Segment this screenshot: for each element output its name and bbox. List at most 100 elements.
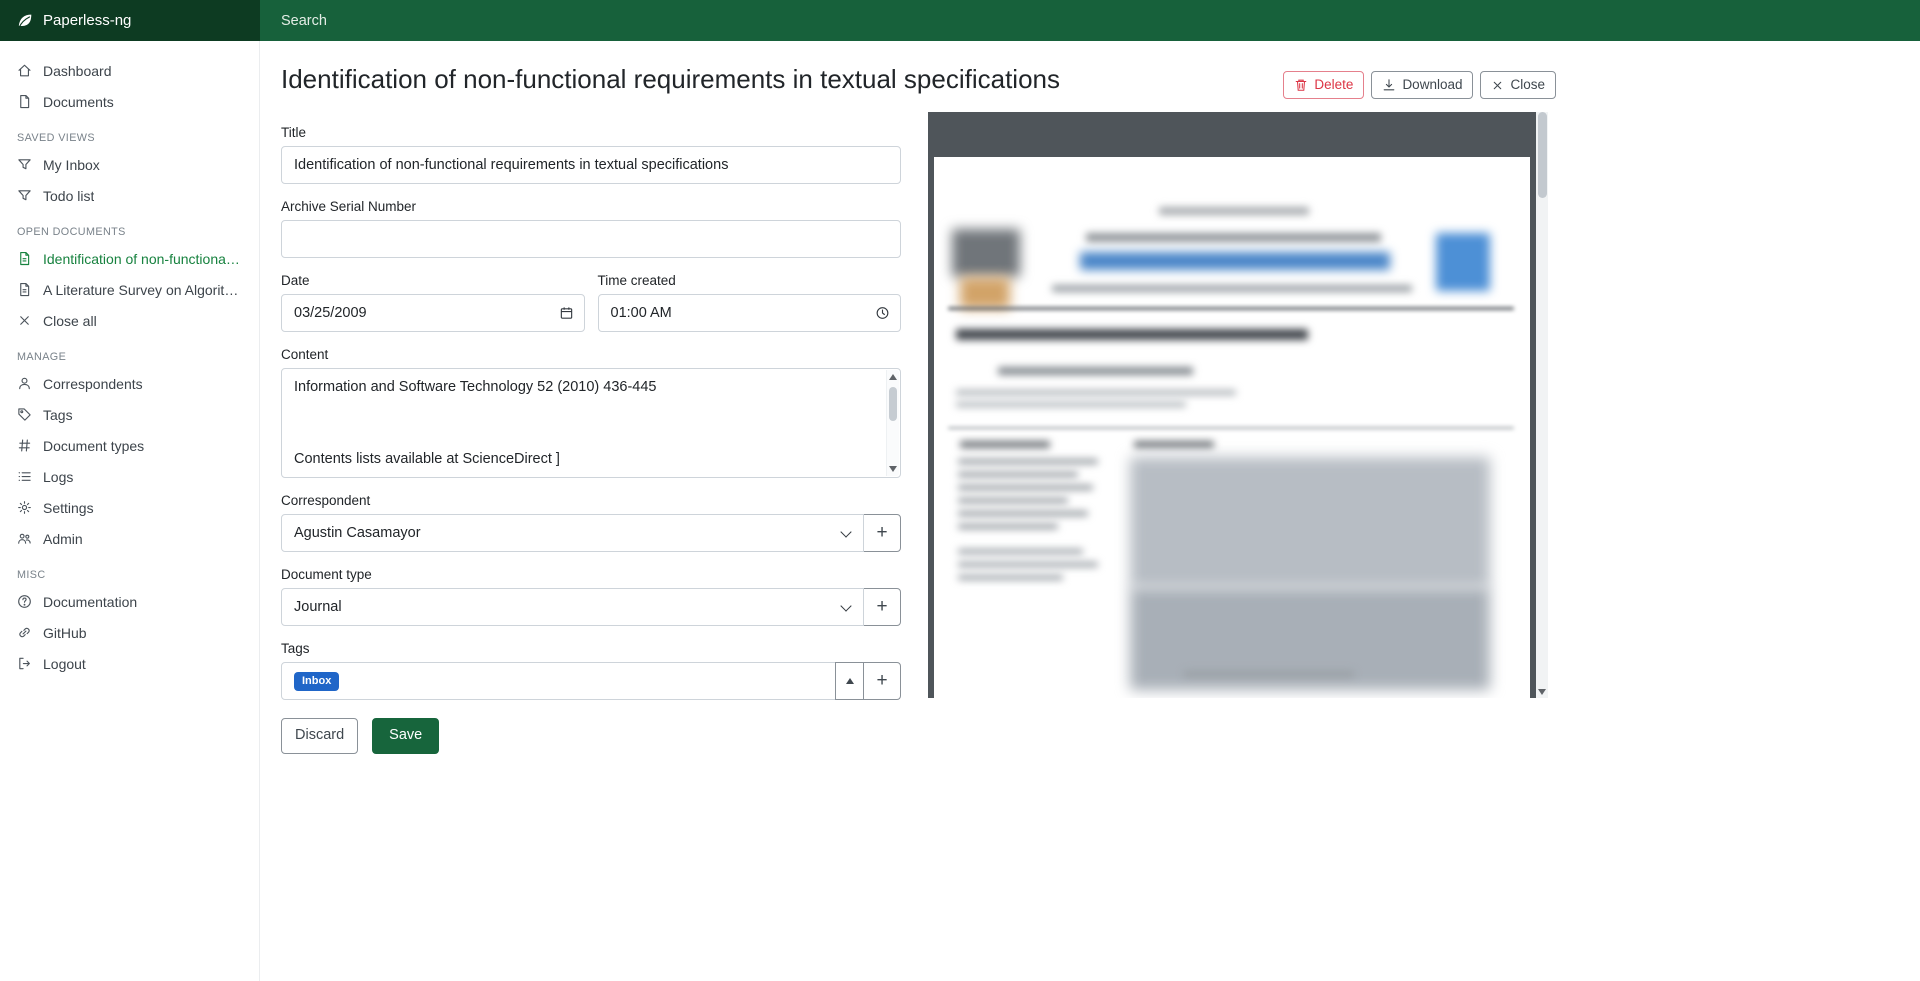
sidebar-item-documents[interactable]: Documents	[0, 86, 259, 117]
search-input[interactable]	[281, 13, 881, 29]
date-value: 03/25/2009	[294, 305, 367, 321]
preview-scrollbar-thumb[interactable]	[1538, 112, 1547, 198]
trash-icon	[1294, 78, 1308, 92]
date-label: Date	[281, 273, 585, 288]
time-value: 01:00 AM	[611, 305, 672, 321]
app-brand[interactable]: Paperless-ng	[0, 0, 260, 41]
preview-blur-shape	[958, 498, 1068, 503]
sidebar-item-todo-list[interactable]: Todo list	[0, 180, 259, 211]
sidebar-section-manage: MANAGE	[17, 351, 242, 363]
correspondent-select[interactable]: Agustin Casamayor	[281, 514, 864, 552]
preview-scrollbar[interactable]	[1536, 112, 1548, 698]
content-textarea[interactable]: Information and Software Technology 52 (…	[281, 368, 901, 478]
preview-blur-shape	[958, 459, 1098, 464]
sidebar-item-label: Documentation	[43, 594, 137, 610]
tag-badge-inbox[interactable]: Inbox	[294, 672, 339, 691]
document-preview	[928, 112, 1536, 698]
asn-label: Archive Serial Number	[281, 199, 901, 214]
home-icon	[17, 63, 33, 78]
date-time-row: Date 03/25/2009 Time created 01:00 AM	[281, 273, 901, 332]
title-label: Title	[281, 125, 901, 140]
preview-blur-shape	[958, 562, 1098, 567]
content-scrollbar-thumb[interactable]	[889, 387, 897, 421]
preview-blur-shape	[1436, 233, 1490, 291]
add-document-type-button[interactable]: +	[863, 588, 901, 626]
sidebar-item-logs[interactable]: Logs	[0, 461, 259, 492]
preview-blur-shape	[1134, 441, 1214, 448]
preview-blur-shape	[960, 277, 1010, 309]
sidebar-item-open-doc-1[interactable]: Identification of non-functional require…	[0, 243, 259, 274]
preview-blur-shape	[998, 367, 1193, 375]
caret-up-icon	[846, 678, 854, 684]
preview-blur-shape	[948, 427, 1514, 429]
sidebar-item-correspondents[interactable]: Correspondents	[0, 368, 259, 399]
title-field-group: Title	[281, 125, 901, 184]
close-icon	[1491, 79, 1504, 92]
preview-scroll-down-icon[interactable]	[1538, 689, 1546, 695]
content-scrollbar[interactable]	[886, 370, 899, 476]
sidebar-item-settings[interactable]: Settings	[0, 492, 259, 523]
sidebar-section-saved-views: SAVED VIEWS	[17, 132, 242, 144]
preview-blur-shape	[958, 549, 1083, 554]
sidebar-item-label: Admin	[43, 531, 83, 547]
preview-blur-shape	[958, 485, 1093, 490]
close-button[interactable]: Close	[1480, 71, 1556, 99]
page-title: Identification of non-functional require…	[281, 63, 1060, 96]
sidebar-item-logout[interactable]: Logout	[0, 648, 259, 679]
sidebar-item-documentation[interactable]: Documentation	[0, 586, 259, 617]
sidebar-item-document-types[interactable]: Document types	[0, 430, 259, 461]
delete-button[interactable]: Delete	[1283, 71, 1364, 99]
tags-dropdown-toggle[interactable]	[835, 662, 864, 700]
link-icon	[17, 625, 33, 640]
scroll-up-icon[interactable]	[889, 374, 897, 380]
discard-button[interactable]: Discard	[281, 718, 358, 753]
time-input[interactable]: 01:00 AM	[598, 294, 902, 332]
preview-blur-shape	[958, 524, 1058, 529]
calendar-icon	[559, 306, 574, 321]
sidebar-item-label: Dashboard	[43, 63, 112, 79]
document-type-select[interactable]: Journal	[281, 588, 864, 626]
sidebar-item-close-all[interactable]: Close all	[0, 305, 259, 336]
preview-blur-shape	[1080, 252, 1390, 270]
sidebar-item-my-inbox[interactable]: My Inbox	[0, 149, 259, 180]
chevron-down-icon	[840, 527, 851, 538]
preview-blur-shape	[1052, 285, 1412, 292]
preview-blur-shape	[958, 472, 1078, 477]
form-actions: Discard Save	[281, 718, 901, 753]
tags-field-group: Tags Inbox +	[281, 641, 901, 700]
download-icon	[1382, 78, 1396, 92]
correspondent-value: Agustin Casamayor	[294, 525, 421, 541]
sidebar-item-label: Logs	[43, 469, 73, 485]
sidebar-item-admin[interactable]: Admin	[0, 523, 259, 554]
add-tag-button[interactable]: +	[863, 662, 901, 700]
download-button-label: Download	[1402, 77, 1462, 93]
tags-input[interactable]: Inbox	[281, 662, 836, 700]
document-type-label: Document type	[281, 567, 901, 582]
filter-icon	[17, 157, 33, 172]
preview-blur-shape	[1159, 207, 1309, 215]
sidebar-item-tags[interactable]: Tags	[0, 399, 259, 430]
preview-blur-shape	[948, 307, 1514, 310]
save-button[interactable]: Save	[372, 718, 439, 753]
gear-icon	[17, 500, 33, 515]
preview-blur-shape	[1130, 457, 1490, 587]
date-input[interactable]: 03/25/2009	[281, 294, 585, 332]
sidebar-section-misc: MISC	[17, 569, 242, 581]
download-button[interactable]: Download	[1371, 71, 1473, 99]
sidebar-item-open-doc-2[interactable]: A Literature Survey on Algorithms for Mu…	[0, 274, 259, 305]
content-line-1: Information and Software Technology 52 (…	[294, 379, 874, 395]
file-icon	[17, 94, 33, 109]
sidebar-item-label: GitHub	[43, 625, 87, 641]
asn-input[interactable]	[281, 220, 901, 258]
scroll-down-icon[interactable]	[889, 466, 897, 472]
title-input[interactable]	[281, 146, 901, 184]
file-text-icon	[17, 251, 33, 266]
hash-icon	[17, 438, 33, 453]
sidebar-item-dashboard[interactable]: Dashboard	[0, 55, 259, 86]
add-correspondent-button[interactable]: +	[863, 514, 901, 552]
sidebar-item-label: Settings	[43, 500, 94, 516]
sidebar-item-github[interactable]: GitHub	[0, 617, 259, 648]
sidebar-item-label: Document types	[43, 438, 144, 454]
list-icon	[17, 469, 33, 484]
preview-blur-shape	[1086, 233, 1381, 242]
